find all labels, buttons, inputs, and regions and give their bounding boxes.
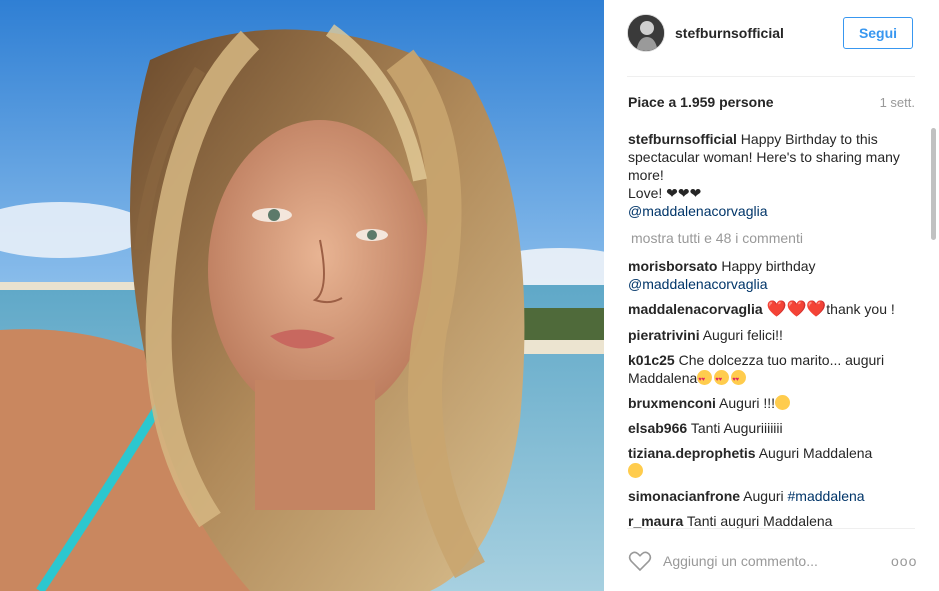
post-sidebar: stefburnsofficial Segui Piace a 1.959 pe… [604,0,939,591]
comments-scrollbar[interactable] [931,128,936,240]
caption-love-text: Love! [628,185,663,201]
comment-text: Auguri [743,488,784,504]
comment-text: Tanti auguri Maddalena [686,513,833,528]
comment-username[interactable]: k01c25 [628,352,675,368]
list-item: morisborsato Happy birthday @maddalenaco… [628,257,914,293]
kiss-emoji-icon [628,463,643,478]
list-item: k01c25 Che dolcezza tuo marito... auguri… [628,351,914,389]
divider [627,76,915,77]
avatar[interactable] [627,14,665,52]
list-item: tiziana.deprophetis Auguri Maddalena [628,444,914,480]
comment-username[interactable]: bruxmenconi [628,395,716,411]
caption-username[interactable]: stefburnsofficial [628,131,737,147]
list-item: pieratrivini Auguri felici!! [628,326,914,344]
comment-list: stefburnsofficial Happy Birthday to this… [628,130,914,528]
list-item: simonacianfrone Auguri #maddalena [628,487,914,505]
comment-text: Auguri Maddalena [758,445,873,461]
more-options-icon[interactable]: ooo [891,553,917,569]
comment-text: Tanti Auguriiiiiii [690,420,783,436]
comment-text: Happy birthday [721,258,816,274]
comment-username[interactable]: elsab966 [628,420,687,436]
comment-hashtag[interactable]: #maddalena [788,488,865,504]
post-photo[interactable] [0,0,604,591]
divider [627,528,915,529]
list-item: elsab966 Tanti Auguriiiiiii [628,419,914,437]
heart-outline-icon[interactable] [628,550,652,577]
comment-username[interactable]: tiziana.deprophetis [628,445,756,461]
caption-mention[interactable]: @maddalenacorvaglia [628,203,768,219]
heart-eyes-emoji-icon [731,370,747,389]
list-item: maddalenacorvaglia ❤️❤️❤️thank you ! [628,300,914,319]
add-comment-input[interactable]: Aggiungi un commento... [663,553,818,569]
caption-hearts: ❤❤❤ [666,185,702,201]
post-header: stefburnsofficial Segui [627,12,917,56]
comment-text: Auguri !!! [719,395,776,411]
comment-mention[interactable]: @maddalenacorvaglia [628,276,768,292]
comment-username[interactable]: morisborsato [628,258,717,274]
comment-text: thank you ! [826,301,895,317]
show-all-comments-link[interactable]: mostra tutti e 48 i commenti [631,229,914,247]
post-username[interactable]: stefburnsofficial [675,25,784,41]
post-timestamp[interactable]: 1 sett. [880,95,915,110]
heart-emoji-icon: ❤️❤️❤️ [766,301,827,318]
comment-text: Auguri felici!! [702,327,783,343]
comment-username[interactable]: r_maura [628,513,683,528]
smile-emoji-icon [775,395,791,410]
like-count[interactable]: Piace a 1.959 persone [628,94,774,110]
comment-username[interactable]: simonacianfrone [628,488,740,504]
heart-eyes-emoji-icon [697,370,713,389]
caption: stefburnsofficial Happy Birthday to this… [628,130,914,220]
list-item: r_maura Tanti auguri Maddalena [628,512,914,528]
list-item: bruxmenconi Auguri !!! [628,394,914,412]
follow-button[interactable]: Segui [843,17,913,49]
comment-username[interactable]: maddalenacorvaglia [628,301,763,317]
comment-username[interactable]: pieratrivini [628,327,700,343]
heart-eyes-emoji-icon [714,370,730,389]
